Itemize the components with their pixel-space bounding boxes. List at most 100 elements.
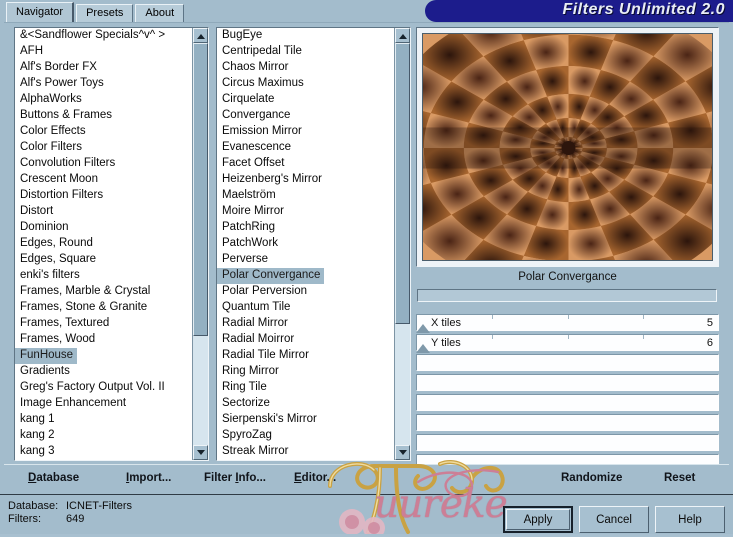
list-item[interactable]: Facet Offset [217, 156, 395, 172]
filter-effect-list[interactable]: BugEye Centripedal Tile Chaos Mirror Circus… [216, 27, 411, 461]
list-item[interactable]: Emission Mirror [217, 124, 395, 140]
list-item[interactable]: SpyroZag [217, 428, 395, 444]
list-item-label: Edges, Square [20, 253, 97, 265]
list-item[interactable]: Color Effects [15, 124, 193, 140]
list-item[interactable]: Radial Tile Mirror [217, 348, 395, 364]
list-item[interactable]: Sectorize [217, 396, 395, 412]
list-item[interactable]: Edges, Round [15, 236, 193, 252]
list-item-label: Distort [20, 205, 54, 217]
list-item[interactable]: PatchRing [217, 220, 395, 236]
list-item[interactable]: Moire Mirror [217, 204, 395, 220]
filter-list-scrollbar[interactable] [394, 28, 410, 460]
list-item[interactable]: Maelström [217, 188, 395, 204]
list-item[interactable]: Frames, Marble & Crystal [15, 284, 193, 300]
list-item-label: Maelström [222, 189, 276, 201]
list-item[interactable]: Ring Mirror [217, 364, 395, 380]
list-item[interactable]: Buttons & Frames [15, 108, 193, 124]
filter-preview-image[interactable] [422, 33, 713, 261]
list-item[interactable]: Ring Tile [217, 380, 395, 396]
scroll-up-arrow-icon[interactable] [193, 28, 208, 43]
list-item[interactable]: AFH [15, 44, 193, 60]
list-item[interactable]: Heizenberg's Mirror [217, 172, 395, 188]
slider-tick [567, 315, 569, 319]
list-item[interactable]: Cirquelate [217, 92, 395, 108]
tab-about[interactable]: About [135, 4, 185, 22]
list-item[interactable]: BugEye [217, 28, 395, 44]
list-item[interactable]: kang 2 [15, 428, 193, 444]
list-item[interactable]: Edges, Square [15, 252, 193, 268]
list-item[interactable]: kang 3 [15, 444, 193, 460]
filter-scroll-track[interactable] [395, 43, 410, 445]
parameter-sliders[interactable]: X tiles 5 Y tiles 6 [416, 314, 719, 474]
list-item[interactable]: Alf's Border FX [15, 60, 193, 76]
cancel-button[interactable]: Cancel [579, 506, 649, 533]
reset-button[interactable]: Reset [664, 472, 695, 484]
tab-presets[interactable]: Presets [76, 4, 134, 22]
list-item-label: kang 1 [20, 413, 55, 425]
filter-list-items[interactable]: BugEye Centripedal Tile Chaos Mirror Circus… [217, 28, 395, 460]
randomize-button[interactable]: Randomize [561, 472, 622, 484]
list-item-label: Sierpenski's Mirror [222, 413, 317, 425]
list-item[interactable]: Polar Convergance [217, 268, 395, 284]
list-item[interactable]: Image Enhancement [15, 396, 193, 412]
filter-info-button[interactable]: Filter Info... [204, 472, 266, 484]
list-item-label: Edges, Round [20, 237, 93, 249]
import-button[interactable]: Import... [126, 472, 171, 484]
list-item[interactable]: enki's filters [15, 268, 193, 284]
category-scroll-track[interactable] [193, 43, 208, 445]
scroll-down-arrow-icon[interactable] [395, 445, 410, 460]
category-list-items[interactable]: &<Sandflower Specials^v^ > AFH Alf's Borde… [15, 28, 193, 460]
list-item[interactable]: Perverse [217, 252, 395, 268]
list-item[interactable]: Dominion [15, 220, 193, 236]
list-item[interactable]: AlphaWorks [15, 92, 193, 108]
scroll-down-arrow-icon[interactable] [193, 445, 208, 460]
list-item[interactable]: Polar Perversion [217, 284, 395, 300]
list-item[interactable]: Greg's Factory Output Vol. II [15, 380, 193, 396]
help-button[interactable]: Help [655, 506, 725, 533]
list-item[interactable]: Frames, Stone & Granite [15, 300, 193, 316]
list-item[interactable]: Streak Mirror [217, 444, 395, 460]
list-item[interactable]: Chaos Mirror [217, 60, 395, 76]
database-button[interactable]: Database [28, 472, 79, 484]
list-item[interactable]: Alf's Power Toys [15, 76, 193, 92]
filter-category-list[interactable]: &<Sandflower Specials^v^ > AFH Alf's Borde… [14, 27, 209, 461]
list-item[interactable]: Circus Maximus [217, 76, 395, 92]
tab-about-label: About [145, 7, 175, 19]
slider-knob[interactable] [416, 324, 431, 333]
list-item[interactable]: Quantum Tile [217, 300, 395, 316]
slider-knob[interactable] [416, 344, 431, 353]
category-scroll-thumb[interactable] [193, 43, 208, 337]
list-item[interactable]: Evanescence [217, 140, 395, 156]
list-item[interactable]: Centripedal Tile [217, 44, 395, 60]
list-item[interactable]: Radial Moirror [217, 332, 395, 348]
list-item[interactable]: Crescent Moon [15, 172, 193, 188]
scroll-up-arrow-icon[interactable] [395, 28, 410, 43]
parameter-value: 5 [706, 317, 713, 329]
list-item[interactable]: Sierpenski's Mirror [217, 412, 395, 428]
tab-navigator[interactable]: Navigator [6, 2, 75, 22]
list-item[interactable]: PatchWork [217, 236, 395, 252]
list-item[interactable]: Color Filters [15, 140, 193, 156]
list-item[interactable]: FunHouse [15, 348, 193, 364]
list-item[interactable]: Gradients [15, 364, 193, 380]
list-item[interactable]: Convergance [217, 108, 395, 124]
list-item[interactable]: kang 1 [15, 412, 193, 428]
filter-scroll-thumb[interactable] [395, 43, 410, 325]
parameter-row-empty [416, 414, 719, 431]
list-item[interactable]: Frames, Textured [15, 316, 193, 332]
parameter-row[interactable]: X tiles 5 [416, 314, 719, 333]
list-item[interactable]: Distort [15, 204, 193, 220]
list-item[interactable]: Radial Mirror [217, 316, 395, 332]
parameter-row[interactable]: Y tiles 6 [416, 334, 719, 353]
list-item[interactable]: Frames, Wood [15, 332, 193, 348]
list-item-label: Evanescence [222, 141, 292, 153]
list-item-label: Sectorize [222, 397, 270, 409]
list-item[interactable]: &<Sandflower Specials^v^ > [15, 28, 193, 44]
editor-button[interactable]: Editor... [294, 472, 336, 484]
apply-button[interactable]: Apply [503, 506, 573, 533]
list-item[interactable]: Distortion Filters [15, 188, 193, 204]
category-list-scrollbar[interactable] [192, 28, 208, 460]
list-item[interactable]: Convolution Filters [15, 156, 193, 172]
list-item-label: Distortion Filters [20, 189, 104, 201]
tab-navigator-label: Navigator [16, 6, 64, 18]
